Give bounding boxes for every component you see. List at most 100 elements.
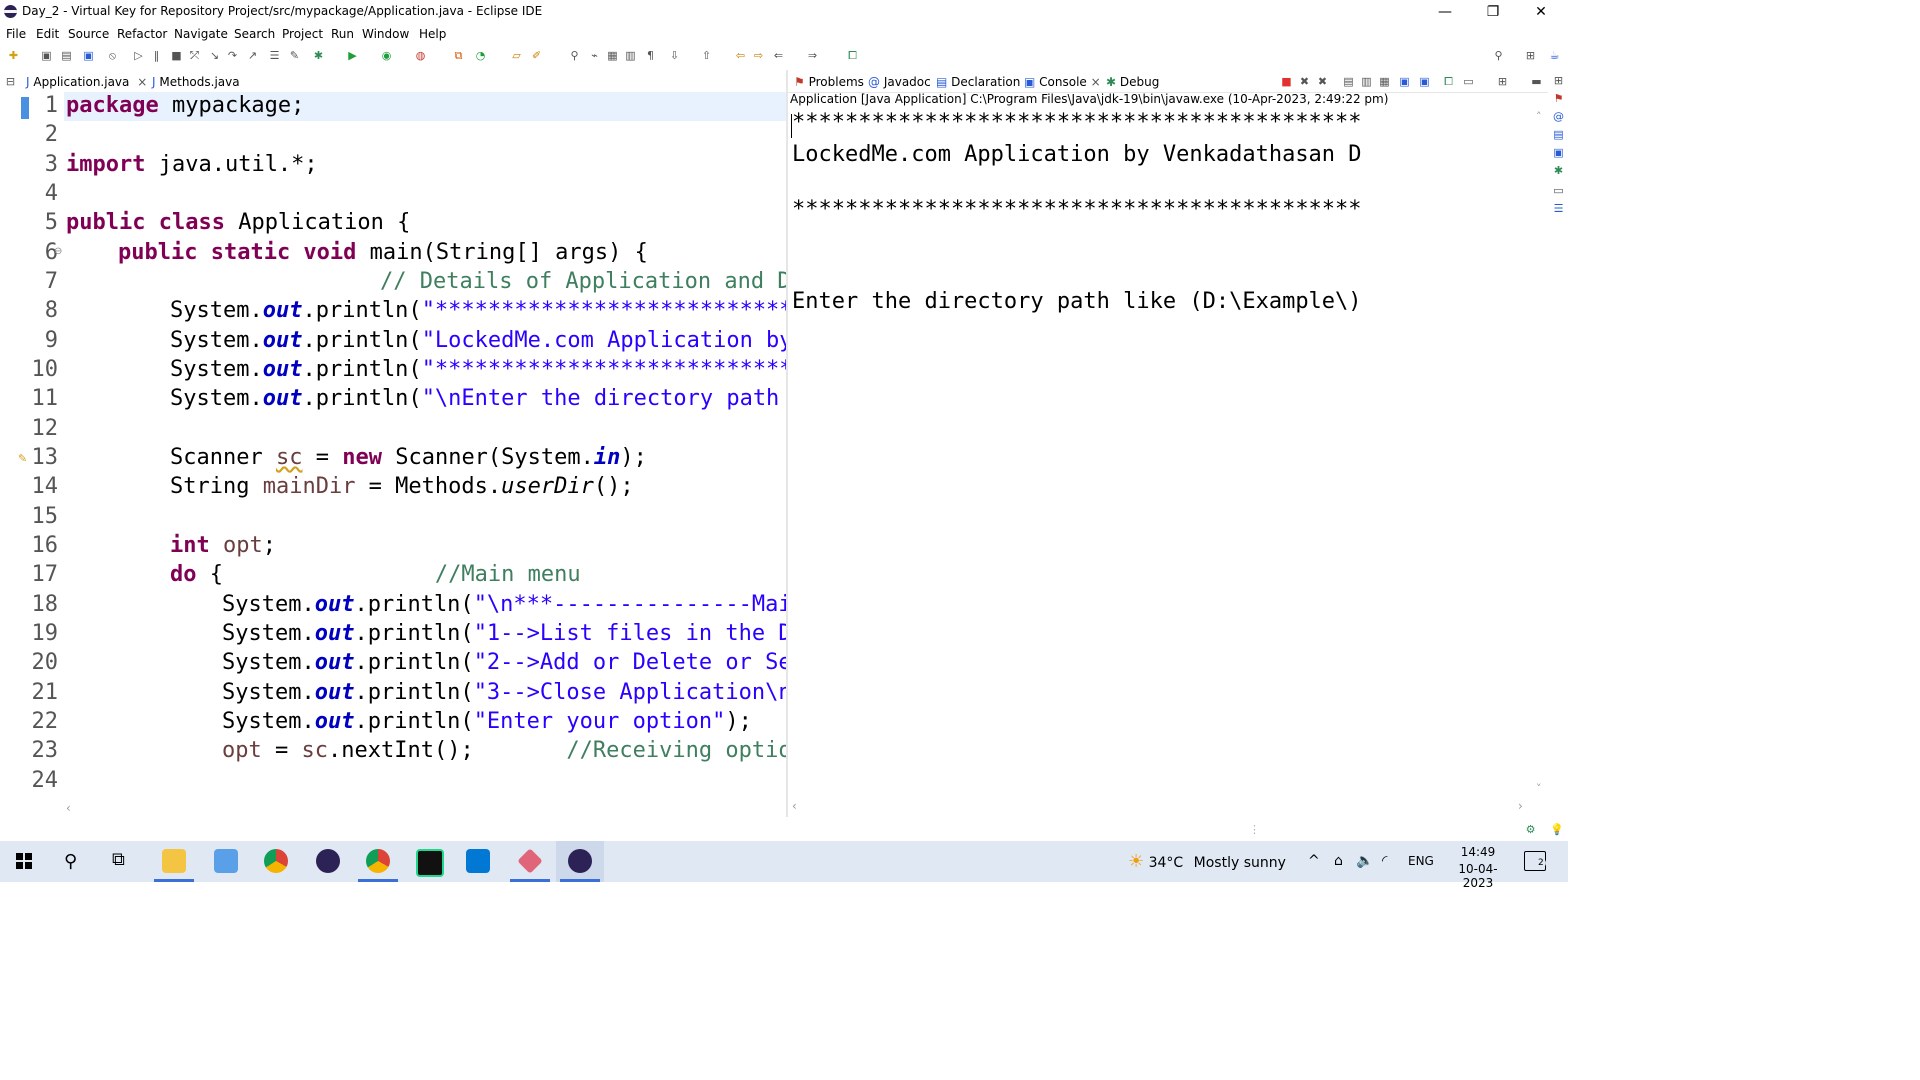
tab-methods-java[interactable]: J Methods.java — [148, 73, 244, 91]
open-type-icon[interactable]: ▱ — [510, 49, 523, 62]
run-icon[interactable]: ▶ — [346, 49, 359, 62]
search-toolbar-icon[interactable]: ✐ — [530, 49, 543, 62]
step-over-icon[interactable]: ↷ — [226, 49, 239, 62]
scroll-left-icon[interactable]: ‹ — [792, 799, 797, 813]
tab-console[interactable]: ▣ Console × — [1020, 73, 1105, 91]
java-perspective-icon[interactable]: ☕ — [1548, 49, 1561, 62]
tab-application-java[interactable]: J Application.java × — [22, 73, 152, 91]
vscode-button[interactable] — [454, 841, 502, 882]
scroll-up-icon[interactable]: ˄ — [1536, 110, 1542, 123]
line-number-gutter[interactable]: 1 2 3 4 5 6 7 8 9 10 11 12 13 14 15 16 1… — [0, 92, 64, 800]
terminate-icon[interactable]: ■ — [170, 49, 183, 62]
word-wrap-icon[interactable]: ▥ — [624, 49, 637, 62]
scroll-right-icon[interactable]: › — [1518, 799, 1523, 813]
console-toolbar-icon[interactable]: ▣ — [82, 49, 95, 62]
step-into-icon[interactable]: ↘ — [208, 49, 221, 62]
file-explorer-button[interactable] — [150, 841, 198, 882]
chrome-button[interactable] — [252, 841, 300, 882]
show-whitespace-icon[interactable]: ¶ — [644, 49, 657, 62]
restore-button[interactable]: ❐ — [1470, 0, 1516, 24]
maximize-trim-icon[interactable]: ▭ — [1552, 184, 1565, 197]
menu-help[interactable]: Help — [419, 27, 446, 41]
close-button[interactable]: ✕ — [1518, 0, 1564, 24]
console-horizontal-scrollbar[interactable]: ‹ › — [790, 799, 1534, 815]
menu-file[interactable]: File — [6, 27, 26, 41]
menu-window[interactable]: Window — [362, 27, 409, 41]
show-hidden-icons-icon[interactable]: ^ — [1308, 841, 1320, 882]
weather-widget[interactable]: ☀ 34°C Mostly sunny — [1128, 841, 1286, 882]
terminate-console-icon[interactable]: ■ — [1280, 75, 1293, 88]
console-trim-icon[interactable]: ▣ — [1552, 146, 1565, 159]
task-icon[interactable]: ✎ — [288, 49, 301, 62]
remove-all-launches-icon[interactable]: ✖ — [1316, 75, 1329, 88]
forward-icon[interactable]: ⇒ — [806, 49, 819, 62]
scroll-left-icon[interactable]: ‹ — [66, 801, 71, 815]
warning-marker-icon[interactable]: ✎ — [18, 452, 27, 465]
toggle-mark-icon[interactable]: ⚲ — [568, 49, 581, 62]
restore-view-icon[interactable]: ⊞ — [1552, 74, 1565, 87]
menu-source[interactable]: Source — [68, 27, 109, 41]
declaration-trim-icon[interactable]: ▤ — [1552, 128, 1565, 141]
pane-splitter[interactable] — [786, 70, 788, 817]
search-icon[interactable]: ⚲ — [1492, 49, 1505, 62]
back-icon[interactable]: ⇐ — [772, 49, 785, 62]
problems-trim-icon[interactable]: ⚑ — [1552, 92, 1565, 105]
open-console-icon[interactable]: ⊞ — [1496, 75, 1509, 88]
scroll-down-icon[interactable]: ˅ — [1536, 782, 1542, 795]
new-class-icon[interactable]: ◔ — [474, 49, 487, 62]
menu-project[interactable]: Project — [282, 27, 323, 41]
task-view-button[interactable]: ⧉ — [98, 841, 146, 882]
menu-refactor[interactable]: Refactor — [117, 27, 167, 41]
language-indicator[interactable]: ENG — [1408, 841, 1434, 882]
tab-declaration[interactable]: ▤ Declaration — [932, 73, 1024, 91]
desktop-app-button[interactable] — [202, 841, 250, 882]
step-return-icon[interactable]: ↗ — [246, 49, 259, 62]
tab-problems[interactable]: ⚑ Problems — [790, 73, 868, 91]
menu-navigate[interactable]: Navigate — [174, 27, 228, 41]
notification-icon[interactable]: 2 — [1524, 851, 1546, 871]
volume-icon[interactable]: 🔈 — [1356, 841, 1373, 882]
pycharm-button[interactable] — [404, 841, 452, 882]
tab-close-icon[interactable]: × — [1091, 75, 1101, 89]
chrome-profile-button[interactable] — [354, 841, 402, 882]
disconnect-icon[interactable]: ⤱ — [188, 49, 201, 62]
menu-edit[interactable]: Edit — [36, 27, 59, 41]
coverage-icon[interactable]: ◉ — [380, 49, 393, 62]
suspend-icon[interactable]: ‖ — [150, 49, 163, 62]
show-stderr-icon[interactable]: ▣ — [1418, 75, 1431, 88]
remove-launch-icon[interactable]: ✖ — [1298, 75, 1311, 88]
external-tools-icon[interactable]: ◍ — [414, 49, 427, 62]
eclipse-active-button[interactable] — [556, 841, 604, 882]
save-icon[interactable]: ▣ — [40, 49, 53, 62]
debug-trim-icon[interactable]: ✱ — [1552, 164, 1565, 177]
word-wrap-console-icon[interactable]: ▦ — [1378, 75, 1391, 88]
network-device-icon[interactable]: ⌂ — [1334, 841, 1343, 882]
fold-marker-icon[interactable]: ⊖ — [54, 246, 62, 257]
outline-trim-icon[interactable]: ☰ — [1552, 202, 1565, 215]
new-java-project-icon[interactable]: ⧉ — [452, 49, 465, 62]
prev-annotation-icon[interactable]: ⇧ — [700, 49, 713, 62]
last-edit-icon[interactable]: ⇦ — [734, 49, 747, 62]
forward-edit-icon[interactable]: ⇨ — [752, 49, 765, 62]
menu-search[interactable]: Search — [234, 27, 275, 41]
code-editor[interactable]: 1 2 3 4 5 6 7 8 9 10 11 12 13 14 15 16 1… — [0, 92, 786, 800]
next-annotation-icon[interactable]: ⇩ — [668, 49, 681, 62]
editor-horizontal-scrollbar[interactable]: ‹ — [64, 801, 786, 817]
show-stdout-icon[interactable]: ▣ — [1398, 75, 1411, 88]
minimize-view-icon[interactable]: ▬ — [1530, 75, 1543, 88]
outline-icon[interactable]: ☰ — [268, 49, 281, 62]
open-perspective-icon[interactable]: ⊞ — [1524, 49, 1537, 62]
editor-menu-icon[interactable]: ⊟ — [4, 75, 17, 88]
block-selection-icon[interactable]: ▦ — [606, 49, 619, 62]
save-all-icon[interactable]: ▤ — [60, 49, 73, 62]
skip-breakpoints-icon[interactable]: ⦸ — [106, 49, 119, 62]
app-button[interactable] — [506, 841, 554, 882]
minimize-button[interactable]: — — [1422, 0, 1468, 24]
start-button[interactable] — [0, 841, 48, 882]
scroll-lock-icon[interactable]: ▥ — [1360, 75, 1373, 88]
console-output[interactable]: ****************************************… — [790, 110, 1534, 800]
javadoc-trim-icon[interactable]: @ — [1552, 110, 1565, 123]
tab-javadoc[interactable]: @ Javadoc — [864, 73, 935, 91]
pin-editor-icon[interactable]: ⧠ — [846, 49, 859, 62]
clock[interactable]: 14:49 10-04-2023 — [1446, 845, 1510, 890]
